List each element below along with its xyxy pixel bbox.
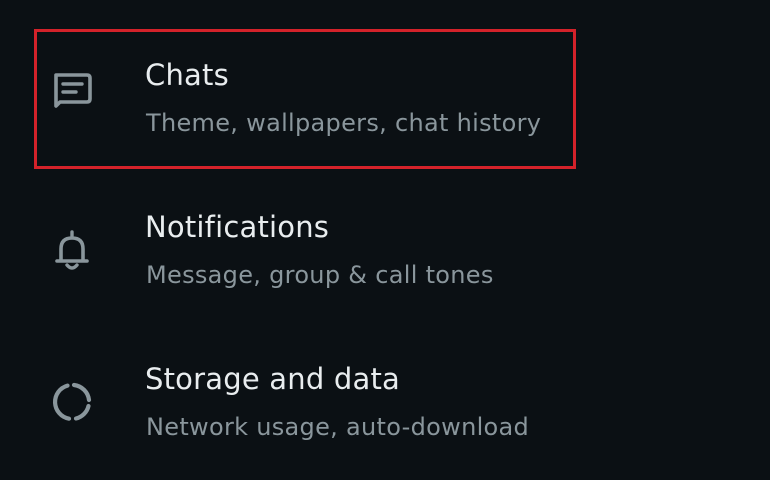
bell-icon [50, 228, 94, 272]
settings-item-title: Chats [145, 58, 229, 92]
settings-item-subtitle: Theme, wallpapers, chat history [146, 109, 542, 137]
storage-icon [50, 380, 94, 424]
settings-item-title: Notifications [145, 210, 330, 244]
settings-item-notifications[interactable]: Notifications Message, group & call tone… [0, 180, 770, 320]
settings-screen: Chats Theme, wallpapers, chat history No… [0, 0, 770, 480]
chat-icon [50, 68, 94, 112]
settings-item-title: Storage and data [145, 362, 400, 396]
settings-item-subtitle: Message, group & call tones [146, 261, 494, 289]
settings-item-subtitle: Network usage, auto-download [146, 413, 530, 441]
settings-item-chats[interactable]: Chats Theme, wallpapers, chat history [0, 28, 770, 168]
settings-item-storage[interactable]: Storage and data Network usage, auto-dow… [0, 332, 770, 472]
